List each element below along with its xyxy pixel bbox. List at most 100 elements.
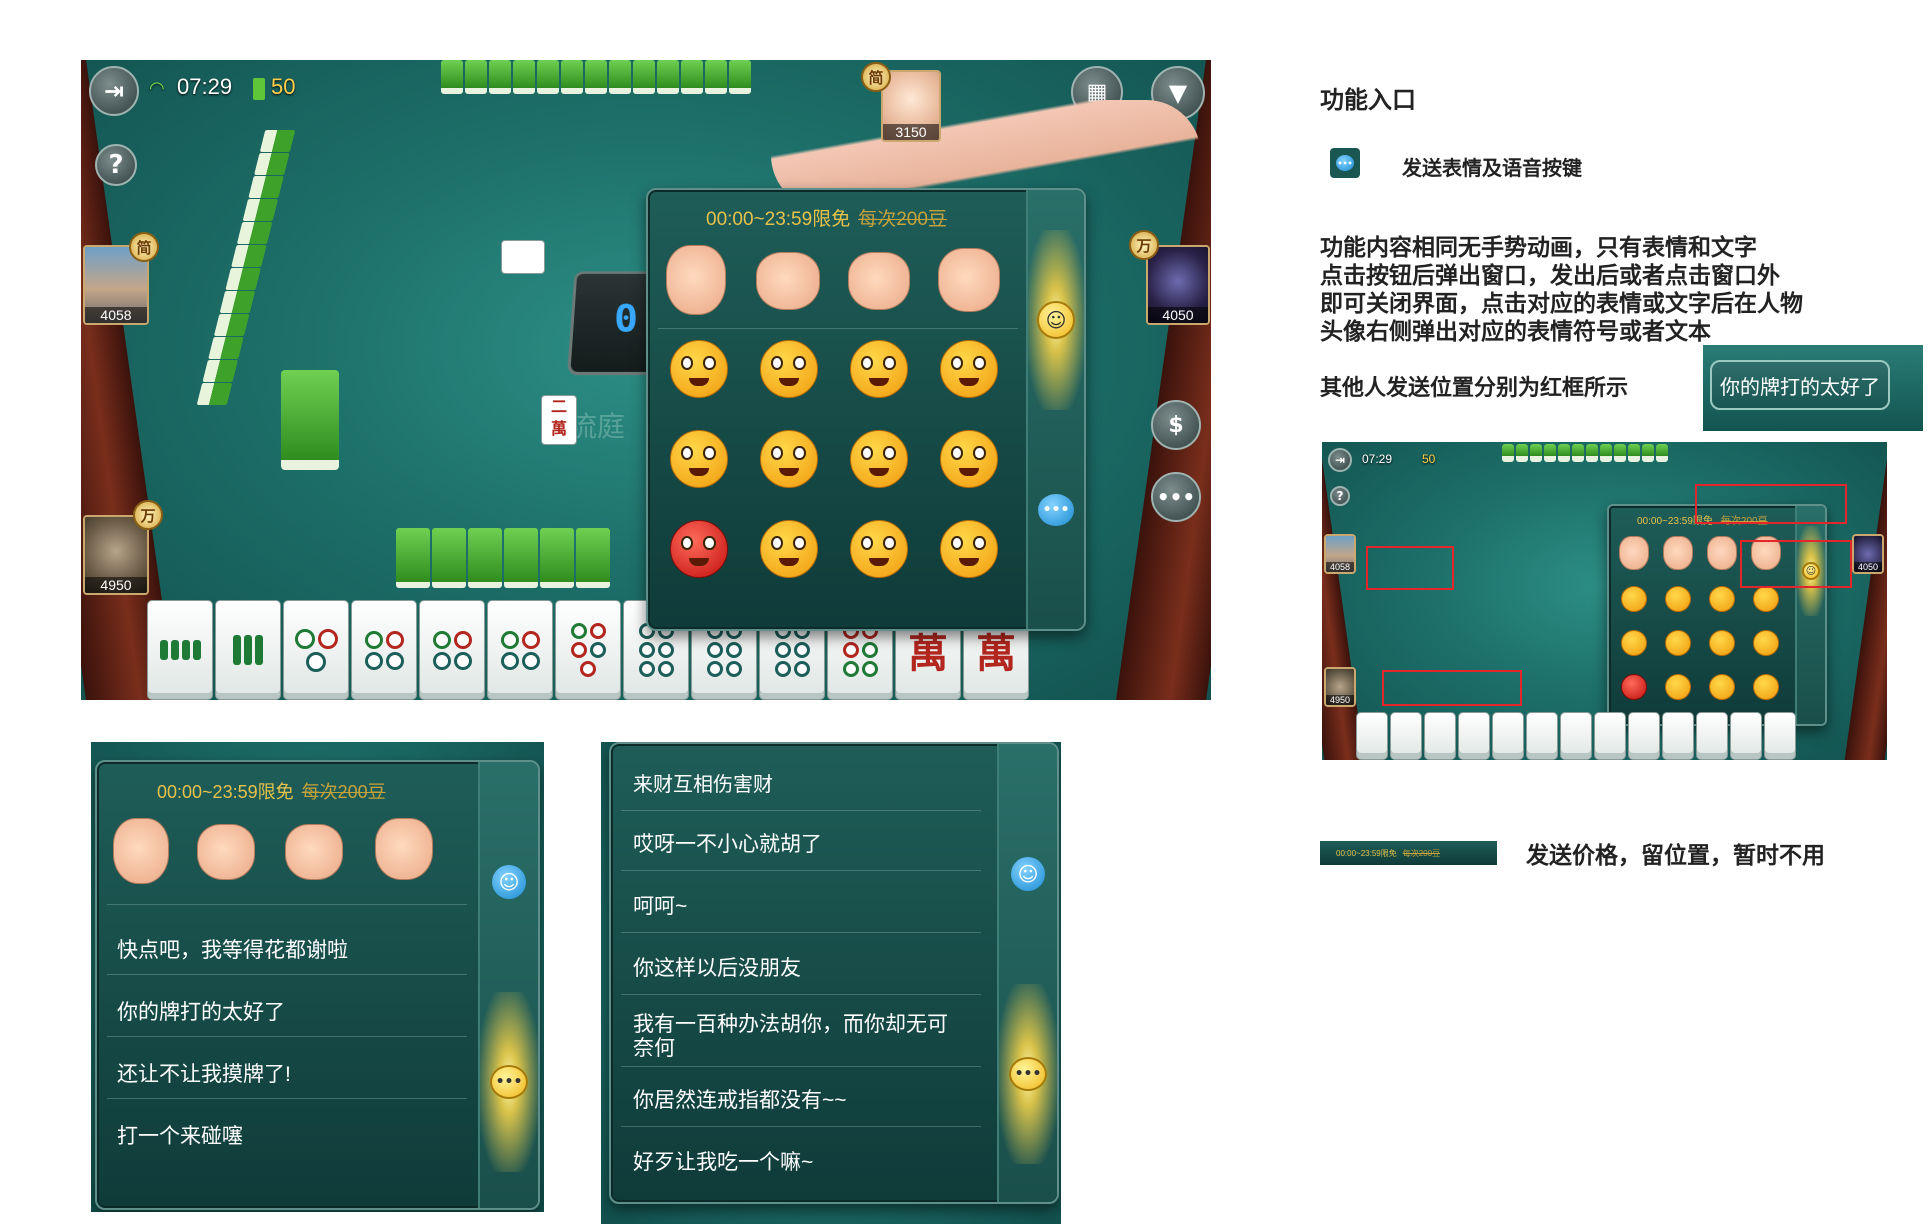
hand-tile[interactable]	[487, 600, 553, 700]
phrase-item[interactable]: 还让不让我摸牌了!	[117, 1058, 291, 1088]
cup-gesture[interactable]	[848, 252, 910, 310]
recharge-icon[interactable]: $	[1151, 400, 1201, 450]
hand-tile[interactable]	[555, 600, 621, 700]
avatar-right[interactable]: 4050	[1852, 534, 1884, 574]
grit-emoji[interactable]	[850, 430, 908, 488]
mad-emoji[interactable]	[760, 430, 818, 488]
emoji-item[interactable]	[1665, 630, 1691, 656]
send-position-bottom	[1382, 670, 1522, 706]
emoji-item[interactable]	[1753, 586, 1779, 612]
emoji-item[interactable]	[1709, 674, 1735, 700]
panel-divider	[658, 328, 1018, 329]
hand-tile[interactable]	[1594, 712, 1626, 760]
hand-tile[interactable]	[1526, 712, 1558, 760]
phrase-item[interactable]: 哎呀一不小心就胡了	[633, 828, 822, 858]
phrase-item[interactable]: 你这样以后没朋友	[633, 952, 801, 982]
puzzled-emoji[interactable]	[940, 520, 998, 578]
hand-tile[interactable]	[419, 600, 485, 700]
gesture-item[interactable]	[1663, 536, 1693, 570]
emoji-item[interactable]	[1621, 630, 1647, 656]
fist-gesture[interactable]	[197, 824, 255, 880]
phrase-item[interactable]: 呵呵~	[633, 890, 687, 920]
phrase-panel-left[interactable]: 00:00~23:59限免 每次200豆 ☺ ••• 快点吧，我等得花都谢啦 你的…	[95, 760, 540, 1210]
help-icon[interactable]: ?	[95, 144, 137, 186]
hand-tile[interactable]	[1390, 712, 1422, 760]
hand-tile[interactable]	[351, 600, 417, 700]
angry-cry-emoji[interactable]	[670, 430, 728, 488]
hand-tile[interactable]	[215, 600, 281, 700]
chat-entry-icon[interactable]: •••	[1151, 472, 1201, 522]
tab-phrases[interactable]: •••	[1028, 450, 1084, 570]
shocked-emoji[interactable]	[940, 340, 998, 398]
cup-gesture[interactable]	[285, 824, 343, 880]
phrase-item-line2[interactable]: 奈何	[633, 1032, 675, 1062]
badge-left: 简	[129, 232, 159, 262]
top-tile-wall	[441, 60, 751, 94]
hand-tile[interactable]	[147, 600, 213, 700]
tab-phrases[interactable]: •••	[999, 984, 1057, 1164]
thumbs-up-gesture[interactable]	[666, 245, 726, 315]
flick-gesture[interactable]	[375, 818, 433, 880]
hand-tile[interactable]	[1662, 712, 1694, 760]
emoji-item[interactable]	[1665, 674, 1691, 700]
phrase-item[interactable]: 你居然连戒指都没有~~	[633, 1084, 847, 1114]
exit-icon[interactable]: ⇥	[89, 66, 139, 116]
tab-emoji[interactable]: ☺	[999, 814, 1057, 934]
clock-time: 07:29	[177, 74, 233, 99]
gesture-item[interactable]	[1619, 536, 1649, 570]
text-panel-left-screenshot: 00:00~23:59限免 每次200豆 ☺ ••• 快点吧，我等得花都谢啦 你的…	[91, 742, 544, 1212]
hand-tile[interactable]	[1628, 712, 1660, 760]
fist-gesture[interactable]	[756, 252, 820, 310]
hand-tile[interactable]	[283, 600, 349, 700]
emote-panel[interactable]: 00:00~23:59限免 每次200豆 ☺ •••	[646, 188, 1086, 631]
devil-emoji[interactable]	[670, 520, 728, 578]
hand-tile[interactable]	[1560, 712, 1592, 760]
emoji-item[interactable]	[1753, 630, 1779, 656]
emoji-item[interactable]	[1665, 586, 1691, 612]
avatar-bottom-left[interactable]: 4950	[1324, 667, 1356, 707]
hand-tile[interactable]	[1764, 712, 1796, 760]
speech-bubble-icon: •••	[1038, 494, 1074, 526]
tab-emoji[interactable]: ☺	[1028, 230, 1084, 410]
hand-tile[interactable]	[1730, 712, 1762, 760]
hand-tile[interactable]	[1696, 712, 1728, 760]
phrase-item[interactable]: 好歹让我吃一个嘛~	[633, 1146, 813, 1176]
thumbs-up-gesture[interactable]	[113, 818, 169, 884]
tab-phrases[interactable]: •••	[480, 992, 538, 1172]
flick-gesture[interactable]	[938, 248, 1000, 312]
help-icon[interactable]: ?	[1330, 486, 1350, 506]
score-right: 4050	[1854, 562, 1882, 572]
hand-tile[interactable]	[1458, 712, 1490, 760]
emoji-item[interactable]	[1753, 674, 1779, 700]
bean-count: 50	[1422, 452, 1436, 466]
phrase-item[interactable]: 你的牌打的太好了	[117, 996, 285, 1026]
phrase-panel-right[interactable]: ☺ ••• 来财互相伤害财 哎呀一不小心就胡了 呵呵~ 你这样以后没朋友 我有一…	[609, 742, 1059, 1204]
shy-emoji[interactable]	[850, 340, 908, 398]
emoji-item[interactable]	[1709, 630, 1735, 656]
avatar-left[interactable]: 4058	[1324, 534, 1356, 574]
knife-emoji[interactable]	[760, 340, 818, 398]
player-hand	[1356, 712, 1796, 760]
crying-emoji[interactable]	[670, 340, 728, 398]
hand-tile[interactable]	[1356, 712, 1388, 760]
send-position-right	[1740, 540, 1852, 588]
dizzy-emoji[interactable]	[760, 520, 818, 578]
avatar-right[interactable]: 4050	[1146, 245, 1210, 325]
exit-icon[interactable]: ⇥	[1328, 448, 1352, 472]
emote-panel-mini[interactable]: 00:00~23:59限免 每次200豆 ☺	[1607, 504, 1827, 726]
emoji-item[interactable]	[1709, 586, 1735, 612]
panel-divider	[621, 994, 981, 995]
emoji-item[interactable]	[1621, 586, 1647, 612]
tab-emoji[interactable]: ☺	[480, 822, 538, 942]
emoji-item[interactable]	[1621, 674, 1647, 700]
phrase-item[interactable]: 快点吧，我等得花都谢啦	[117, 934, 348, 964]
phrase-item[interactable]: 我有一百种办法胡你，而你却无可	[633, 1008, 948, 1038]
salute-emoji[interactable]	[940, 430, 998, 488]
price-text: 00:00~23:59限免 每次200豆	[706, 209, 947, 230]
phrase-item[interactable]: 打一个来碰噻	[117, 1120, 243, 1150]
surprised-emoji[interactable]	[850, 520, 908, 578]
phrase-item-partial[interactable]: 来财互相伤害财	[633, 768, 773, 797]
gesture-item[interactable]	[1707, 536, 1737, 570]
hand-tile[interactable]	[1424, 712, 1456, 760]
hand-tile[interactable]	[1492, 712, 1524, 760]
